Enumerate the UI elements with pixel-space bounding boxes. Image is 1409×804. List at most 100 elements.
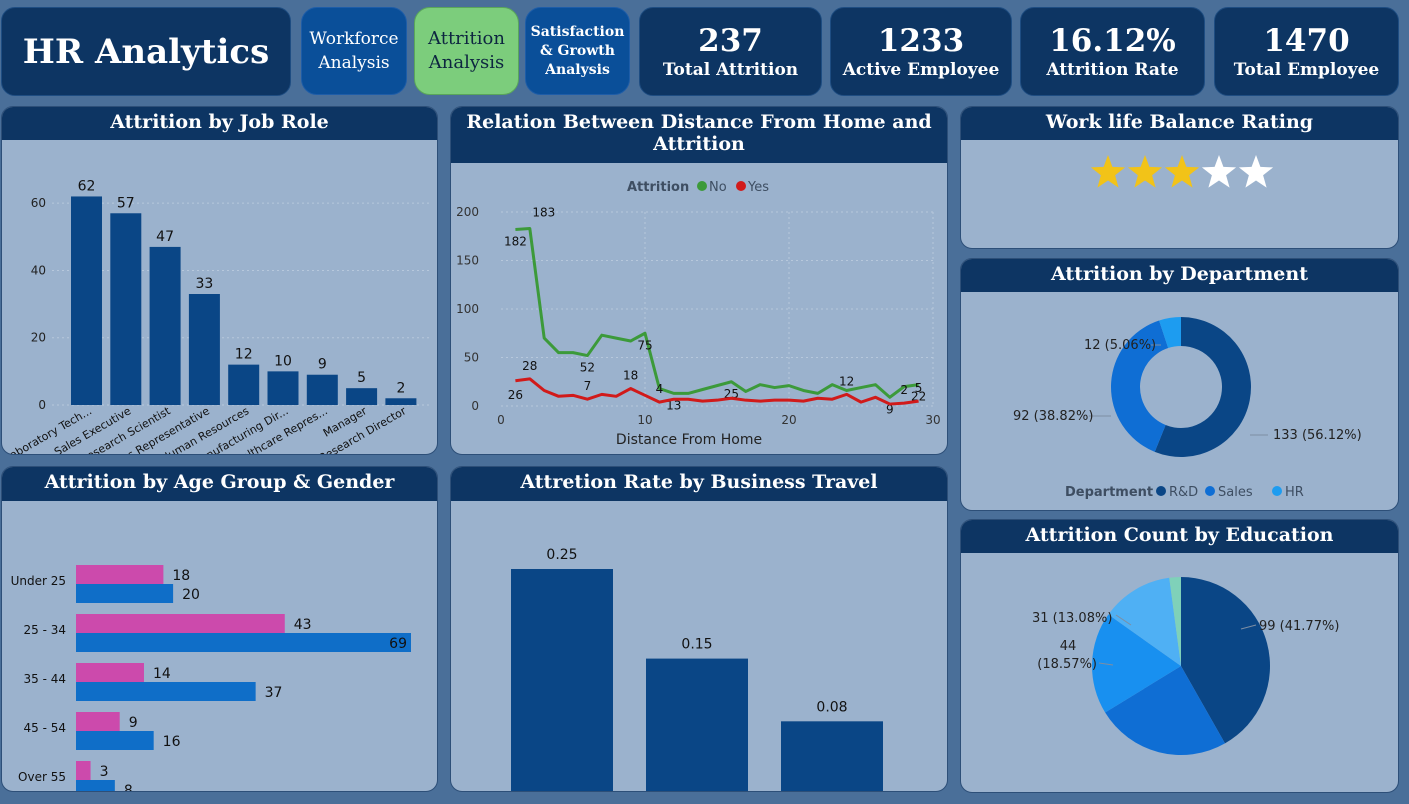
y-tick-label: 0 xyxy=(38,398,46,412)
nav-satisfaction-growth-button[interactable]: Satisfaction & Growth Analysis xyxy=(525,7,630,95)
x-tick-label: Laboratory Tech... xyxy=(2,404,94,454)
data-label: 8 xyxy=(124,783,133,792)
data-label: 0.08 xyxy=(816,699,847,715)
legend-label: No xyxy=(709,180,727,195)
data-label: 5 xyxy=(357,370,366,386)
age-gender-panel: Attrition by Age Group & Gender Under 25… xyxy=(1,466,438,792)
travel-panel: Attretion Rate by Business Travel 0.25Tr… xyxy=(450,466,948,792)
data-label: 0.25 xyxy=(546,547,577,563)
bar xyxy=(76,633,411,652)
data-label: 10 xyxy=(274,353,292,369)
kpi-total-attrition: 237 Total Attrition xyxy=(639,7,822,96)
y-tick-label: 40 xyxy=(31,263,46,277)
kpi-label: Active Employee xyxy=(842,59,1000,80)
data-label: 9 xyxy=(129,715,138,731)
y-tick-label: 35 - 44 xyxy=(24,672,67,686)
y-tick-label: 100 xyxy=(456,302,479,316)
y-tick-label: 20 xyxy=(31,331,46,345)
bar xyxy=(188,294,220,405)
dashboard-title: HR Analytics xyxy=(1,7,291,96)
kpi-value: 1233 xyxy=(877,22,965,59)
education-panel: Attrition Count by Education 99 (41.77%)… xyxy=(960,519,1399,793)
y-tick-label: 45 - 54 xyxy=(24,721,67,735)
department-panel: Attrition by Department 133 (56.12%) 92 (… xyxy=(960,258,1399,511)
travel-chart: 0.25Travel_Frequently0.15Travel_Rarely0.… xyxy=(511,547,883,791)
series-line xyxy=(515,377,919,406)
legend-marker xyxy=(1272,486,1282,496)
slice-label: 31 (13.08%) xyxy=(1032,611,1112,626)
star-filled-icon xyxy=(1127,155,1163,188)
bar xyxy=(76,663,144,682)
bar xyxy=(781,721,883,791)
data-label: 183 xyxy=(532,205,555,219)
y-tick-label: 150 xyxy=(456,254,479,268)
education-chart: 99 (41.77%)58 (24.47%)44(18.57%)31 (13.0… xyxy=(1032,577,1339,755)
data-label: 0.15 xyxy=(681,637,712,653)
kpi-attrition-rate: 16.12% Attrition Rate xyxy=(1020,7,1205,96)
star-empty-icon xyxy=(1201,155,1237,188)
x-tick-label: 10 xyxy=(637,413,652,427)
work-life-panel: Work life Balance Rating xyxy=(960,106,1399,249)
data-label: 69 xyxy=(389,636,407,652)
y-tick-label: 200 xyxy=(456,205,479,219)
y-tick-label: 25 - 34 xyxy=(24,623,67,637)
data-label: 26 xyxy=(508,388,523,402)
panel-title: Attrition by Age Group & Gender xyxy=(2,467,437,501)
data-label: 62 xyxy=(78,178,96,194)
star-filled-icon xyxy=(1090,155,1126,188)
kpi-value: 16.12% xyxy=(1049,22,1176,59)
data-label: 12 xyxy=(235,347,253,363)
bar xyxy=(306,374,338,405)
data-label: 43 xyxy=(294,617,312,633)
legend-marker xyxy=(736,181,746,191)
legend-marker xyxy=(1205,486,1215,496)
bar xyxy=(646,658,748,791)
data-label: 182 xyxy=(504,234,527,248)
bar xyxy=(76,682,256,701)
slice-label: 92 (38.82%) xyxy=(1013,409,1093,424)
panel-title: Attretion Rate by Business Travel xyxy=(451,467,947,501)
x-tick-label: 30 xyxy=(925,413,940,427)
bar xyxy=(511,569,613,791)
nav-attrition-analysis-button[interactable]: Attrition Analysis xyxy=(414,7,519,95)
bar xyxy=(110,213,142,405)
panel-title: Work life Balance Rating xyxy=(961,107,1398,140)
panel-title: Attrition by Department xyxy=(961,259,1398,292)
data-label: 2 xyxy=(396,380,405,396)
bar xyxy=(76,565,164,584)
bar xyxy=(149,246,181,405)
slice-label: 44 (18.57%) xyxy=(1037,639,1097,672)
nav-workforce-analysis-label: Workforce Analysis xyxy=(309,29,399,73)
panel-title: Attrition by Job Role xyxy=(2,107,437,140)
bar xyxy=(76,614,285,633)
star-empty-icon xyxy=(1238,155,1274,188)
kpi-total-employee: 1470 Total Employee xyxy=(1214,7,1399,96)
slice-label: 99 (41.77%) xyxy=(1259,619,1339,634)
data-label: 75 xyxy=(637,338,652,352)
job-role-panel: Attrition by Job Role 0 20 40 60 62 Laborator… xyxy=(1,106,438,455)
data-label: 16 xyxy=(163,734,181,750)
data-label: 37 xyxy=(265,685,283,701)
nav-workforce-analysis-button[interactable]: Workforce Analysis xyxy=(301,7,407,95)
distance-panel: Relation Between Distance From Home and … xyxy=(450,106,948,455)
data-label: 14 xyxy=(153,666,171,682)
data-label: 47 xyxy=(156,229,174,245)
y-tick-label: 50 xyxy=(464,351,479,365)
legend-label: Sales xyxy=(1218,485,1253,500)
nav-satisfaction-growth-label: Satisfaction & Growth Analysis xyxy=(530,23,625,78)
nav-attrition-analysis-label: Attrition Analysis xyxy=(428,28,505,73)
data-label: 9 xyxy=(318,357,327,373)
slice-label: 133 (56.12%) xyxy=(1273,428,1362,443)
y-tick-label: Over 55 xyxy=(18,770,66,784)
bar xyxy=(76,731,154,750)
panel-title: Attrition Count by Education xyxy=(961,520,1398,553)
kpi-active-employee: 1233 Active Employee xyxy=(830,7,1012,96)
data-label: 18 xyxy=(623,369,638,383)
x-axis-label: Distance From Home xyxy=(616,432,762,448)
y-tick-label: Under 25 xyxy=(11,574,66,588)
data-label: 2 xyxy=(900,383,908,397)
legend-title: Department xyxy=(1065,485,1153,500)
bar xyxy=(71,196,102,405)
data-label: 5 xyxy=(915,381,923,395)
legend-label: R&D xyxy=(1169,485,1198,500)
